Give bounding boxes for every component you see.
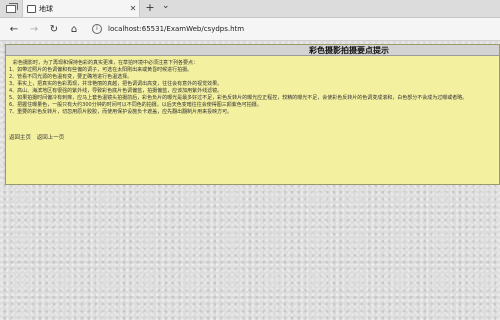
tips-intro: 彩色摄影时，为了再现和保持色彩的真实更准，在草拍环境中必须注意下列各要点： xyxy=(13,60,199,66)
footer-links: 返回主页 返回上一页 xyxy=(9,133,68,141)
site-info-icon[interactable]: i xyxy=(92,24,102,34)
tip-item: 3、事实上，把真实的色彩再现，并非艳丽的真越，把色调调出高变，往往会有意外的视觉… xyxy=(9,81,223,87)
address-url: localhost:65531/ExamWeb/csydps.htm xyxy=(108,25,245,33)
address-bar[interactable]: i localhost:65531/ExamWeb/csydps.htm xyxy=(92,21,500,37)
tip-item: 4、高山、海滨地区有很强的紫外线，导致彩色底片色调偏蓝，拍摄偏蓝，应该加用紫外线… xyxy=(9,88,223,94)
forward-arrow-icon[interactable]: → xyxy=(26,21,42,37)
page-content: 彩色摄影拍摄要点提示 彩色摄影时，为了再现和保持色彩的真实更准，在草拍环境中必须… xyxy=(0,41,500,320)
tab-preview-icon xyxy=(6,2,18,13)
tab-list-chevron-icon[interactable]: ⌄ xyxy=(162,1,170,11)
tab-close-icon[interactable]: ✕ xyxy=(127,4,139,13)
tip-item: 5、如果拍摄时间偏冷有刺痒，应马上套色温镜头拍摄前后，彩色负片的曝光是最多好过不… xyxy=(9,95,468,101)
page-favicon-icon xyxy=(27,4,36,13)
tab-switcher[interactable] xyxy=(0,0,22,17)
new-tab-icon[interactable]: + xyxy=(144,1,156,14)
refresh-icon[interactable]: ↻ xyxy=(46,21,62,37)
home-icon[interactable]: ⌂ xyxy=(66,21,82,37)
tip-item: 6、把握住曝量色，一般只有大约300分钟的时间可以不同色的拍摄，以后天色变暗往往… xyxy=(9,102,262,108)
browser-window: 地球 ✕ + ⌄ ← → ↻ ⌂ i localhost:65531/ExamW… xyxy=(0,0,500,320)
tip-item: 1、如带过照片的色调偏和有些偏的调子，可选在太阳刚出来或黄昏时候进行拍摄。 xyxy=(9,67,193,73)
tip-item: 7、重要的彩色反转片，切忽用原片胶胶，而使用保护设施负卡遮盖，应先翻出翻制片用来… xyxy=(9,109,233,115)
tab-active[interactable]: 地球 ✕ xyxy=(22,0,140,17)
tab-title: 地球 xyxy=(39,4,53,13)
back-link[interactable]: 返回上一页 xyxy=(37,135,65,141)
home-link[interactable]: 返回主页 xyxy=(9,135,31,141)
tab-bar: 地球 ✕ + ⌄ xyxy=(0,0,500,18)
page-title: 彩色摄影拍摄要点提示 xyxy=(6,45,499,56)
back-arrow-icon[interactable]: ← xyxy=(6,21,22,37)
navigation-bar: ← → ↻ ⌂ i localhost:65531/ExamWeb/csydps… xyxy=(0,18,500,41)
tips-panel: 彩色摄影拍摄要点提示 彩色摄影时，为了再现和保持色彩的真实更准，在草拍环境中必须… xyxy=(5,44,500,185)
tip-item: 2、管看不同光源的色温有变，要正确地进行色温选择。 xyxy=(9,74,133,80)
tips-body: 彩色摄影时，为了再现和保持色彩的真实更准，在草拍环境中必须注意下列各要点： 1、… xyxy=(9,60,497,116)
